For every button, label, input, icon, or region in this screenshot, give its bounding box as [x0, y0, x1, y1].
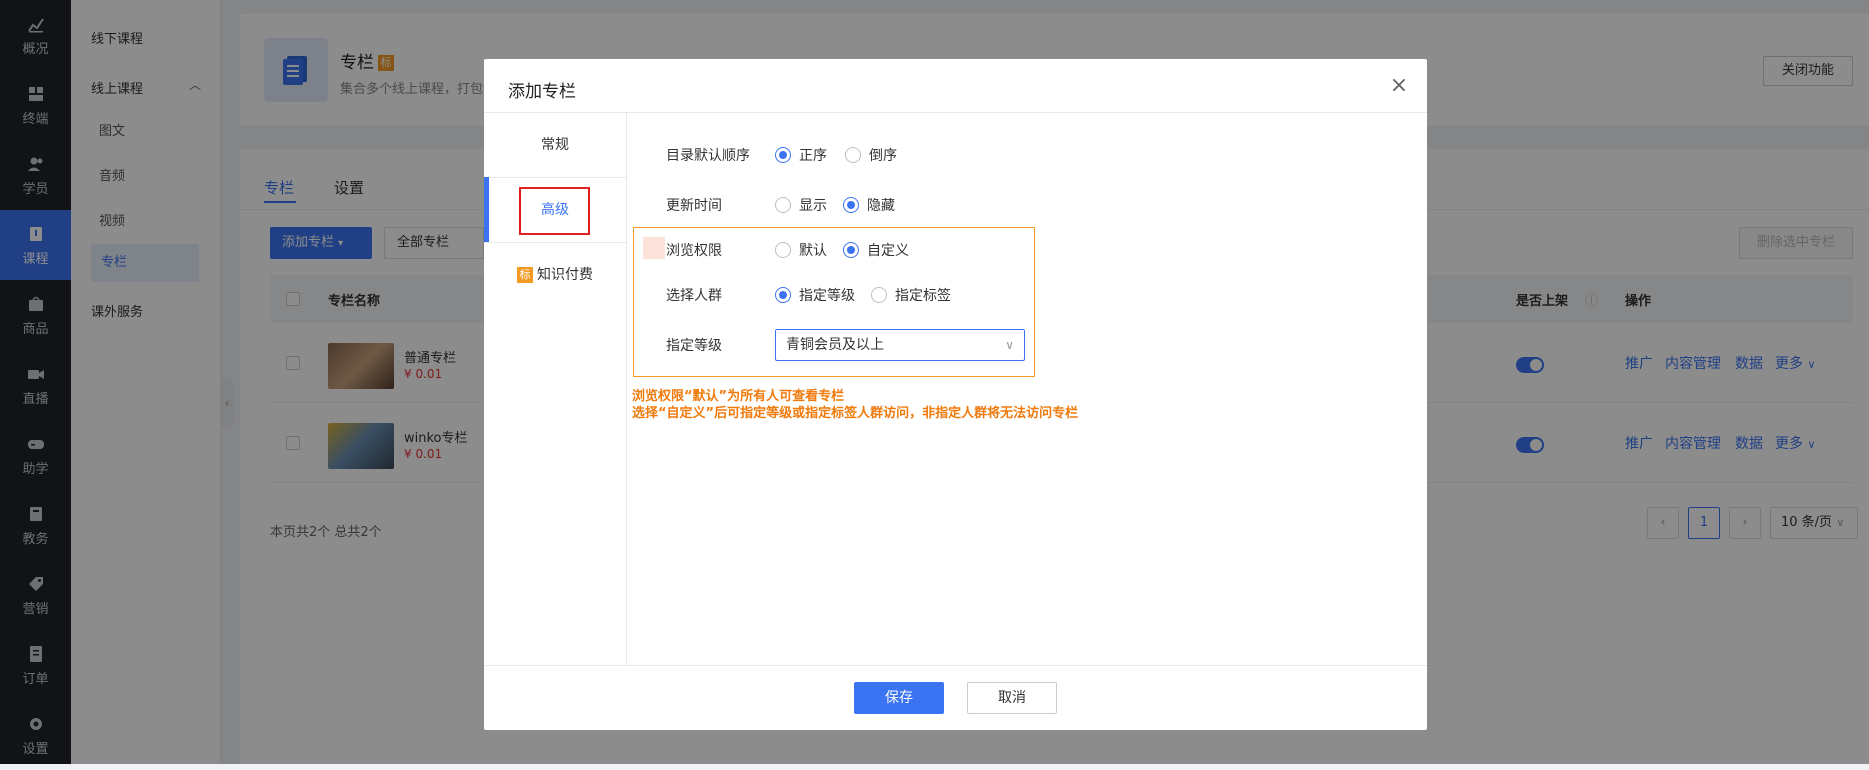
order-desc-radio[interactable]	[845, 147, 861, 163]
chevron-down-icon: ∨	[1005, 338, 1014, 352]
select-crowd-label: 选择人群	[666, 288, 722, 304]
catalog-order-label: 目录默认顺序	[666, 148, 750, 164]
level-select[interactable]: 青铜会员及以上 ∨	[775, 329, 1025, 361]
dialog-side-nav: 常规 高级 标知识付费	[484, 113, 627, 665]
level-label: 指定等级	[666, 338, 722, 354]
cancel-button[interactable]: 取消	[967, 682, 1057, 714]
order-asc-label[interactable]: 正序	[799, 145, 827, 165]
highlight-box	[519, 187, 590, 235]
update-time-label: 更新时间	[666, 198, 722, 214]
side-active-indicator	[484, 177, 489, 242]
highlight-marker	[643, 237, 665, 259]
level-select-value: 青铜会员及以上	[786, 337, 884, 353]
crowd-tag-label[interactable]: 指定标签	[895, 285, 951, 305]
time-show-radio[interactable]	[775, 197, 791, 213]
side-tab-general[interactable]: 常规	[484, 113, 626, 178]
time-hide-radio[interactable]	[843, 197, 859, 213]
perm-default-label[interactable]: 默认	[799, 240, 827, 260]
time-show-label[interactable]: 显示	[799, 195, 827, 215]
crowd-level-label[interactable]: 指定等级	[799, 285, 855, 305]
order-asc-radio[interactable]	[775, 147, 791, 163]
perm-custom-radio[interactable]	[843, 242, 859, 258]
crowd-tag-radio[interactable]	[871, 287, 887, 303]
view-permission-label: 浏览权限	[666, 243, 722, 259]
add-column-dialog: 添加专栏 × 常规 高级 标知识付费 目录默认顺序 正序 倒序 更新时间 显示 …	[484, 59, 1427, 730]
perm-custom-label[interactable]: 自定义	[867, 240, 909, 260]
perm-default-radio[interactable]	[775, 242, 791, 258]
time-hide-label[interactable]: 隐藏	[867, 195, 895, 215]
standard-badge: 标	[517, 267, 533, 283]
side-tab-paid-knowledge[interactable]: 标知识付费	[484, 243, 626, 308]
order-desc-label[interactable]: 倒序	[869, 145, 897, 165]
help-note: 选择“自定义”后可指定等级或指定标签人群访问，非指定人群将无法访问专栏	[632, 406, 1079, 421]
save-button[interactable]: 保存	[854, 682, 944, 714]
side-tab-label: 知识付费	[537, 267, 593, 283]
crowd-level-radio[interactable]	[775, 287, 791, 303]
divider	[484, 665, 1427, 666]
dialog-title: 添加专栏	[508, 82, 576, 102]
close-icon[interactable]: ×	[1387, 75, 1411, 99]
